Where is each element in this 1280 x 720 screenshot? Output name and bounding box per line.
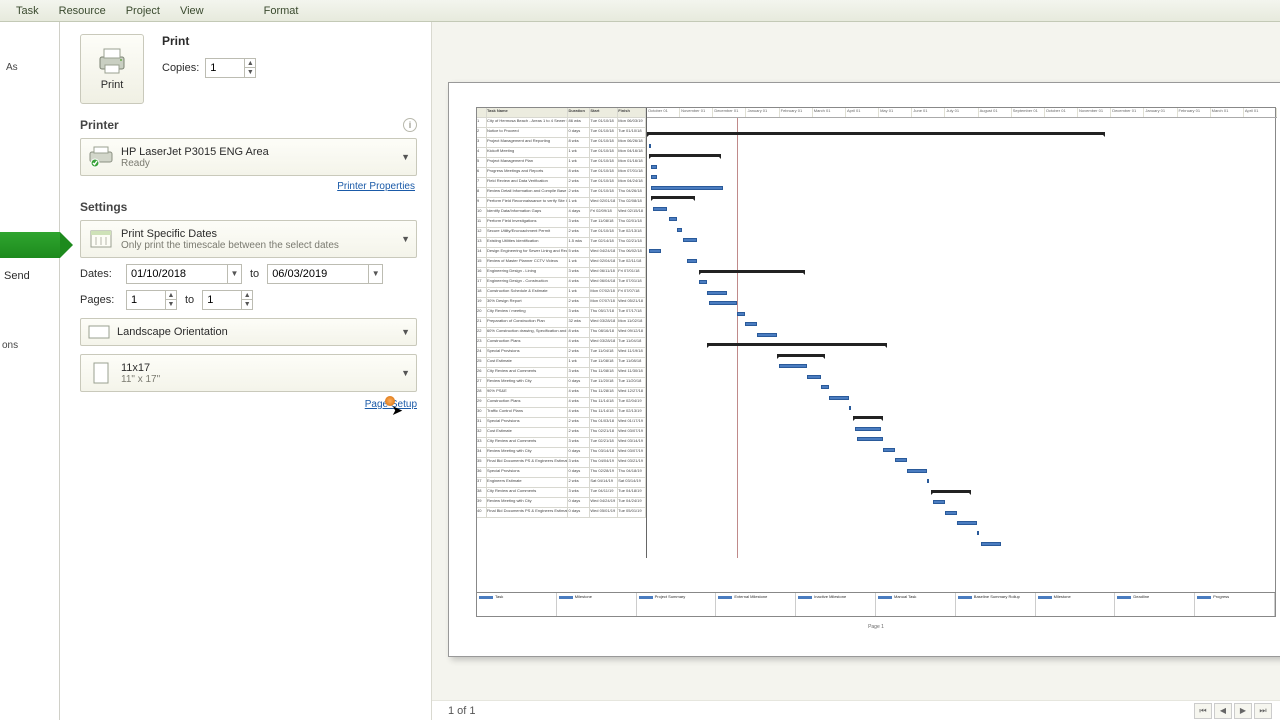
printer-icon: [96, 47, 128, 75]
chevron-down-icon[interactable]: ▼: [227, 265, 241, 283]
paper-icon: [87, 359, 115, 387]
chevron-down-icon: ▼: [401, 234, 410, 244]
preview-gantt-chart: October 01November 01December 01January …: [647, 108, 1277, 558]
pages-label: Pages:: [80, 294, 120, 306]
printer-heading: Printer: [80, 118, 119, 132]
orientation-select[interactable]: Landscape Orientation ▼: [80, 318, 417, 346]
settings-heading: Settings: [80, 200, 127, 214]
nav-prev-button[interactable]: ◀: [1214, 703, 1232, 719]
paper-size-name: 11x17: [121, 362, 401, 374]
landscape-icon: [87, 321, 111, 343]
date-to-combo[interactable]: ▼: [267, 264, 383, 284]
backstage-nav: As Send ons: [0, 22, 60, 720]
paper-size-dims: 11" x 17": [121, 374, 401, 385]
backstage-item-as[interactable]: As: [0, 56, 59, 79]
nav-last-button[interactable]: ⏭: [1254, 703, 1272, 719]
preview-page: Task Name Duration Start Finish 1City of…: [448, 82, 1280, 657]
chevron-down-icon: ▼: [401, 152, 410, 162]
preview-page-number: Page 1: [477, 624, 1275, 630]
printer-name: HP LaserJet P3015 ENG Area: [121, 146, 401, 158]
copies-up[interactable]: ▲: [245, 59, 255, 68]
chevron-down-icon: ▼: [401, 327, 410, 337]
cursor-icon: ➤: [391, 402, 403, 419]
nav-first-button[interactable]: ⏮: [1194, 703, 1212, 719]
preview-task-table: Task Name Duration Start Finish 1City of…: [477, 108, 647, 558]
printer-properties-link[interactable]: Printer Properties: [337, 181, 415, 192]
chevron-down-icon: ▼: [401, 368, 410, 378]
page-from-input[interactable]: [127, 294, 165, 306]
copies-input[interactable]: [206, 62, 244, 74]
paper-size-select[interactable]: 11x17 11" x 17" ▼: [80, 354, 417, 392]
backstage-item-send[interactable]: Send: [4, 270, 30, 282]
preview-legend: TaskMilestoneProject SummaryExternal Mil…: [477, 592, 1275, 616]
page-indicator: 1 of 1: [448, 705, 476, 717]
tab-resource[interactable]: Resource: [49, 2, 116, 20]
to-label-1: to: [248, 268, 261, 280]
copies-spinner[interactable]: ▲▼: [205, 58, 256, 78]
tab-task[interactable]: Task: [6, 2, 49, 20]
printer-select[interactable]: HP LaserJet P3015 ENG Area Ready ▼: [80, 138, 417, 176]
chevron-down-icon[interactable]: ▼: [368, 265, 382, 283]
print-scope-line1: Print Specific Dates: [121, 228, 401, 240]
page-to-input[interactable]: [203, 294, 241, 306]
to-label-2: to: [183, 294, 196, 306]
print-preview-area: Task Name Duration Start Finish 1City of…: [432, 22, 1280, 720]
orientation-label: Landscape Orientation: [117, 326, 401, 338]
date-from-combo[interactable]: ▼: [126, 264, 242, 284]
backstage-item-options[interactable]: ons: [2, 340, 18, 351]
print-scope-select[interactable]: Print Specific Dates Only print the time…: [80, 220, 417, 258]
backstage-item-print-active[interactable]: [0, 232, 60, 258]
dates-label: Dates:: [80, 268, 120, 280]
copies-label: Copies:: [162, 62, 199, 74]
tab-project[interactable]: Project: [116, 2, 170, 20]
print-scope-line2: Only print the timescale between the sel…: [121, 240, 401, 251]
copies-down[interactable]: ▼: [245, 68, 255, 77]
ribbon-tabs: Task Resource Project View Format: [0, 0, 1280, 22]
calendar-range-icon: [87, 225, 115, 253]
preview-footer: 1 of 1 ⏮ ◀ ▶ ⏭: [432, 700, 1280, 720]
nav-next-button[interactable]: ▶: [1234, 703, 1252, 719]
print-heading: Print: [162, 34, 256, 48]
tab-format[interactable]: Format: [254, 2, 309, 20]
printer-info-icon[interactable]: i: [403, 118, 417, 132]
print-button-label: Print: [101, 79, 124, 91]
printer-status: Ready: [121, 158, 401, 169]
printer-device-icon: [87, 143, 115, 171]
date-from-input[interactable]: [127, 268, 227, 280]
page-from-spinner[interactable]: ▲▼: [126, 290, 177, 310]
page-to-spinner[interactable]: ▲▼: [202, 290, 253, 310]
date-to-input[interactable]: [268, 268, 368, 280]
print-button[interactable]: Print: [80, 34, 144, 104]
tab-view[interactable]: View: [170, 2, 214, 20]
print-options-pane: Print Print Copies: ▲▼ Printer i: [60, 22, 432, 720]
